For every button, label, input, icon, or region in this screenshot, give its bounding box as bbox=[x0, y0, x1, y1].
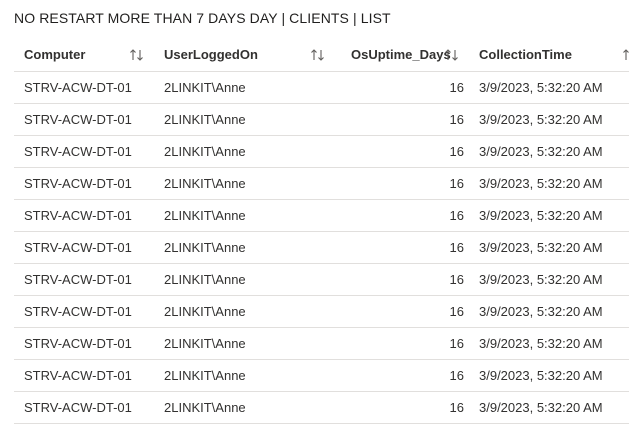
cell-user: 2LINKIT\Anne bbox=[164, 304, 246, 319]
table-row[interactable]: STRV-ACW-DT-01 2LINKIT\Anne 16 3/9/2023,… bbox=[14, 360, 629, 392]
cell-user: 2LINKIT\Anne bbox=[164, 272, 246, 287]
table-row[interactable]: STRV-ACW-DT-01 2LINKIT\Anne 16 3/9/2023,… bbox=[14, 168, 629, 200]
cell-collection-time: 3/9/2023, 5:32:20 AM bbox=[479, 240, 603, 255]
cell-collection-time: 3/9/2023, 5:32:20 AM bbox=[479, 112, 603, 127]
cell-uptime: 16 bbox=[449, 336, 464, 351]
cell-computer: STRV-ACW-DT-01 bbox=[24, 400, 132, 415]
cell-user: 2LINKIT\Anne bbox=[164, 112, 246, 127]
cell-user: 2LINKIT\Anne bbox=[164, 208, 246, 223]
cell-user: 2LINKIT\Anne bbox=[164, 336, 246, 351]
table-row[interactable]: STRV-ACW-DT-01 2LINKIT\Anne 16 3/9/2023,… bbox=[14, 232, 629, 264]
cell-user: 2LINKIT\Anne bbox=[164, 368, 246, 383]
cell-collection-time: 3/9/2023, 5:32:20 AM bbox=[479, 336, 603, 351]
table-row[interactable]: STRV-ACW-DT-01 2LINKIT\Anne 16 3/9/2023,… bbox=[14, 392, 629, 424]
cell-collection-time: 3/9/2023, 5:32:20 AM bbox=[479, 80, 603, 95]
panel-title: NO RESTART MORE THAN 7 DAYS DAY | CLIENT… bbox=[14, 10, 391, 26]
sort-arrows-icon[interactable] bbox=[129, 48, 145, 62]
cell-user: 2LINKIT\Anne bbox=[164, 80, 246, 95]
cell-computer: STRV-ACW-DT-01 bbox=[24, 144, 132, 159]
cell-uptime: 16 bbox=[449, 400, 464, 415]
sort-arrows-icon[interactable] bbox=[444, 48, 460, 62]
table-row[interactable]: STRV-ACW-DT-01 2LINKIT\Anne 16 3/9/2023,… bbox=[14, 328, 629, 360]
cell-uptime: 16 bbox=[449, 80, 464, 95]
cell-computer: STRV-ACW-DT-01 bbox=[24, 80, 132, 95]
cell-computer: STRV-ACW-DT-01 bbox=[24, 112, 132, 127]
cell-collection-time: 3/9/2023, 5:32:20 AM bbox=[479, 400, 603, 415]
cell-computer: STRV-ACW-DT-01 bbox=[24, 272, 132, 287]
cell-computer: STRV-ACW-DT-01 bbox=[24, 240, 132, 255]
cell-user: 2LINKIT\Anne bbox=[164, 144, 246, 159]
cell-collection-time: 3/9/2023, 5:32:20 AM bbox=[479, 272, 603, 287]
cell-computer: STRV-ACW-DT-01 bbox=[24, 336, 132, 351]
cell-computer: STRV-ACW-DT-01 bbox=[24, 208, 132, 223]
cell-collection-time: 3/9/2023, 5:32:20 AM bbox=[479, 208, 603, 223]
table-row[interactable]: STRV-ACW-DT-01 2LINKIT\Anne 16 3/9/2023,… bbox=[14, 104, 629, 136]
cell-user: 2LINKIT\Anne bbox=[164, 400, 246, 415]
cell-collection-time: 3/9/2023, 5:32:20 AM bbox=[479, 144, 603, 159]
table-row[interactable]: STRV-ACW-DT-01 2LINKIT\Anne 16 3/9/2023,… bbox=[14, 264, 629, 296]
cell-uptime: 16 bbox=[449, 368, 464, 383]
query-results-panel: NO RESTART MORE THAN 7 DAYS DAY | CLIENT… bbox=[0, 0, 629, 438]
cell-uptime: 16 bbox=[449, 112, 464, 127]
cell-uptime: 16 bbox=[449, 144, 464, 159]
cell-computer: STRV-ACW-DT-01 bbox=[24, 304, 132, 319]
column-header-uptime[interactable]: OsUptime_Days bbox=[351, 38, 481, 71]
table-row[interactable]: STRV-ACW-DT-01 2LINKIT\Anne 16 3/9/2023,… bbox=[14, 72, 629, 104]
table-row[interactable]: STRV-ACW-DT-01 2LINKIT\Anne 16 3/9/2023,… bbox=[14, 296, 629, 328]
cell-computer: STRV-ACW-DT-01 bbox=[24, 368, 132, 383]
table-header-row: Computer UserLoggedOn OsUptime_Days Coll… bbox=[14, 38, 629, 72]
cell-collection-time: 3/9/2023, 5:32:20 AM bbox=[479, 176, 603, 191]
cell-uptime: 16 bbox=[449, 208, 464, 223]
cell-collection-time: 3/9/2023, 5:32:20 AM bbox=[479, 304, 603, 319]
cell-uptime: 16 bbox=[449, 304, 464, 319]
cell-computer: STRV-ACW-DT-01 bbox=[24, 176, 132, 191]
sort-arrows-icon[interactable] bbox=[310, 48, 326, 62]
cell-user: 2LINKIT\Anne bbox=[164, 176, 246, 191]
column-header-user[interactable]: UserLoggedOn bbox=[164, 38, 334, 71]
sort-arrows-icon[interactable] bbox=[622, 48, 629, 62]
column-header-collection-time[interactable]: CollectionTime bbox=[479, 38, 629, 71]
cell-uptime: 16 bbox=[449, 240, 464, 255]
table-row[interactable]: STRV-ACW-DT-01 2LINKIT\Anne 16 3/9/2023,… bbox=[14, 200, 629, 232]
cell-uptime: 16 bbox=[449, 272, 464, 287]
results-table: Computer UserLoggedOn OsUptime_Days Coll… bbox=[14, 38, 629, 424]
table-row[interactable]: STRV-ACW-DT-01 2LINKIT\Anne 16 3/9/2023,… bbox=[14, 136, 629, 168]
cell-collection-time: 3/9/2023, 5:32:20 AM bbox=[479, 368, 603, 383]
cell-uptime: 16 bbox=[449, 176, 464, 191]
cell-user: 2LINKIT\Anne bbox=[164, 240, 246, 255]
